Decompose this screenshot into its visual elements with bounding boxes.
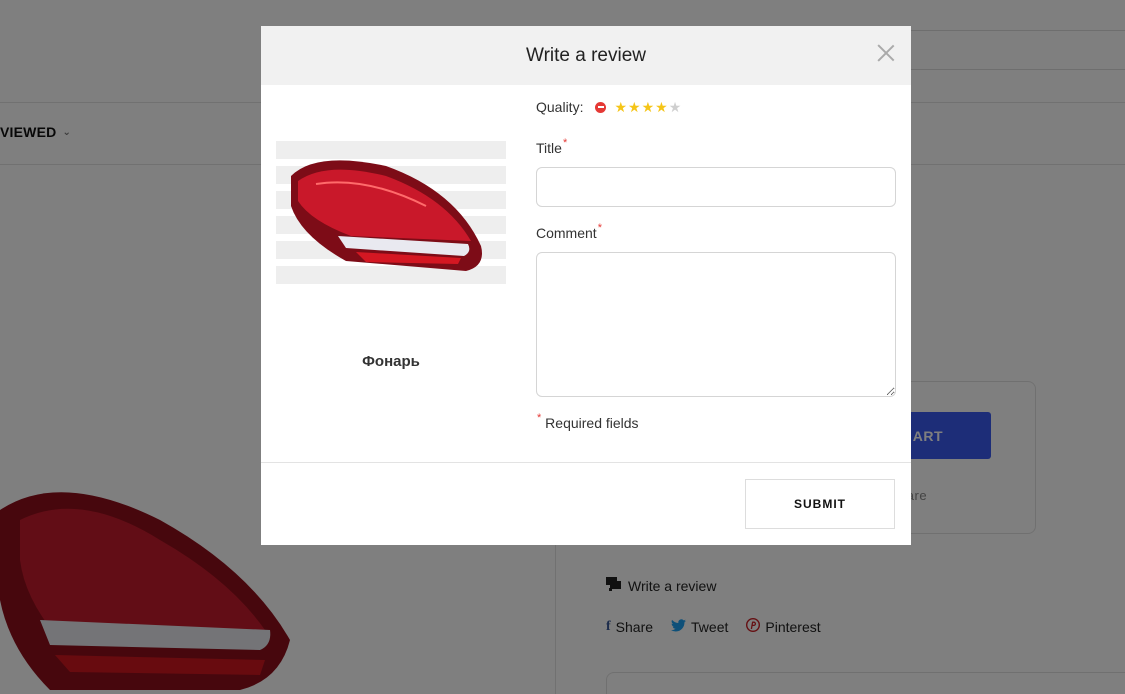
clear-rating-icon[interactable] — [595, 101, 607, 113]
comment-textarea[interactable] — [536, 252, 896, 397]
star-rating[interactable]: ★ ★ ★ ★ ★ — [614, 100, 681, 114]
star-icon[interactable]: ★ — [642, 100, 655, 114]
required-fields-note: * Required fields — [536, 412, 639, 431]
modal-footer-divider — [261, 462, 911, 463]
star-icon[interactable]: ★ — [669, 100, 682, 114]
comment-label: Comment* — [536, 222, 602, 241]
star-icon[interactable]: ★ — [628, 100, 641, 114]
required-asterisk: * — [537, 412, 542, 424]
submit-button[interactable]: SUBMIT — [745, 479, 895, 529]
review-product-panel: Фонарь — [276, 136, 506, 370]
required-asterisk: * — [597, 222, 602, 234]
star-icon[interactable]: ★ — [614, 100, 627, 114]
title-input[interactable] — [536, 167, 896, 207]
write-review-modal: Write a review Фонарь Quality: ★ ★ ★ ★ ★… — [261, 26, 911, 545]
modal-header: Write a review — [261, 26, 911, 85]
title-label: Title* — [536, 137, 568, 156]
product-name: Фонарь — [362, 353, 420, 370]
title-label-text: Title — [536, 140, 562, 156]
quality-rating-row: Quality: ★ ★ ★ ★ ★ — [536, 99, 681, 115]
star-icon[interactable]: ★ — [655, 100, 668, 114]
close-icon[interactable] — [877, 44, 895, 62]
comment-label-text: Comment — [536, 225, 597, 241]
product-thumbnail — [276, 136, 506, 296]
quality-label: Quality: — [536, 99, 584, 115]
required-asterisk: * — [562, 137, 568, 149]
required-note-text: Required fields — [545, 415, 639, 431]
modal-title: Write a review — [525, 44, 646, 66]
